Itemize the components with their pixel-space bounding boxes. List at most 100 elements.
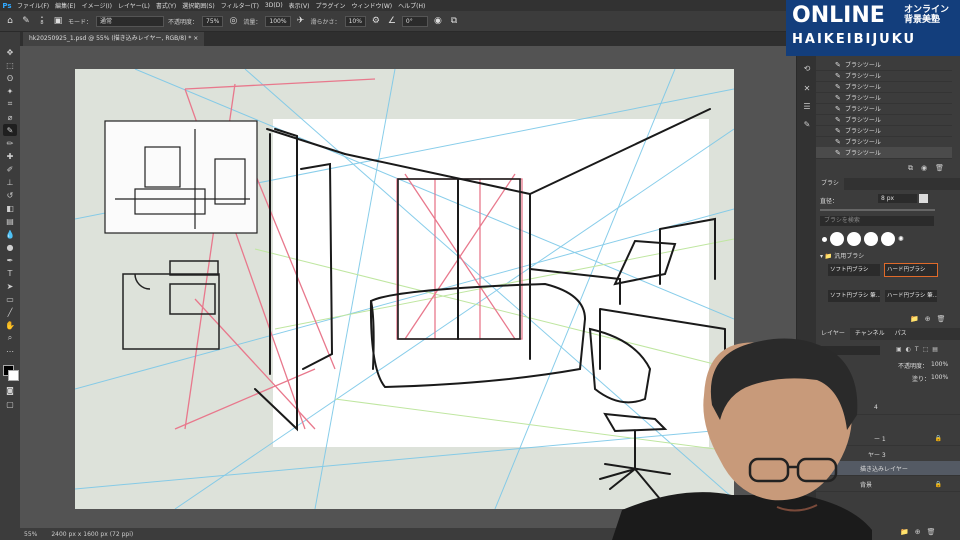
history-panel-icon[interactable]: ⟲ [801,62,813,74]
menu-image[interactable]: イメージ(I) [79,1,115,10]
brush-tip[interactable] [881,232,895,246]
menu-type[interactable]: 書式(Y) [153,1,179,10]
background-color-swatch[interactable] [8,370,19,381]
type-filter-icon[interactable]: T [915,346,919,353]
menu-filter[interactable]: フィルター(T) [218,1,262,10]
blur-tool-icon[interactable]: 💧 [3,228,17,240]
brush-size-slider[interactable] [820,209,935,211]
photoshop-logo-icon[interactable]: Ps [0,0,14,11]
tab-paths[interactable]: パス [890,328,912,340]
document-tab[interactable]: hk20250925_1.psd @ 55% (描き込みレイヤー, RGB/8)… [23,32,205,46]
opacity-field[interactable]: 75% [202,15,224,27]
snapshot-icon[interactable]: ◉ [921,164,927,173]
healing-tool-icon[interactable]: ✚ [3,150,17,162]
pencil-tool-icon[interactable]: ✏ [3,137,17,149]
crop-tool-icon[interactable]: ⌗ [3,98,17,110]
brush-pressure-icon[interactable] [919,194,928,203]
dodge-tool-icon[interactable]: ● [3,241,17,253]
trash-icon[interactable]: 🗑 [935,164,944,173]
mode-select[interactable]: 通常 [96,15,165,27]
shape-filter-icon[interactable]: ⬚ [923,346,929,353]
menu-file[interactable]: ファイル(F) [14,1,52,10]
pressure-opacity-icon[interactable]: ◎ [227,15,239,27]
type-tool-icon[interactable]: T [3,267,17,279]
angle-icon: ∠ [387,16,396,26]
marquee-tool-icon[interactable]: ⬚ [3,59,17,71]
brush-group[interactable]: ▾ 📁 汎用ブラシ [820,251,864,260]
brush-preset[interactable]: ソフト円ブラシ [828,264,880,276]
layer-fill-field[interactable]: 100% [931,374,948,381]
move-tool-icon[interactable]: ✥ [3,46,17,58]
trash-icon[interactable]: 🗑 [927,528,936,536]
brush-tip-small[interactable] [822,236,827,242]
angle-field[interactable]: 0° [401,15,428,27]
eraser-tool-icon[interactable]: ◧ [3,202,17,214]
smart-filter-icon[interactable]: ▤ [932,346,938,353]
history-brush-tool-icon[interactable]: ↺ [3,189,17,201]
eyedropper-tool-icon[interactable]: ⌀ [3,111,17,123]
pen-tool-icon[interactable]: ✒ [3,254,17,266]
brush-tool-icon[interactable]: ✎ [3,124,17,136]
shape-tool-icon[interactable]: ▭ [3,293,17,305]
path-select-tool-icon[interactable]: ➤ [3,280,17,292]
more-tools-icon[interactable]: ⋯ [3,345,17,357]
quick-select-tool-icon[interactable]: ✦ [3,85,17,97]
image-filter-icon[interactable]: ▣ [896,346,902,353]
brush-preset-icon[interactable]: • 8 [36,15,48,27]
brush-tip[interactable] [830,232,844,246]
brush-search-input[interactable]: ブラシを検索 [820,216,934,226]
hand-tool-icon[interactable]: ✋ [3,319,17,331]
home-icon[interactable]: ⌂ [4,15,16,27]
group-icon[interactable]: 📁 [900,528,909,536]
gradient-tool-icon[interactable]: ▤ [3,215,17,227]
brush-preset-selected[interactable]: ハード円ブラシ [884,263,938,277]
menu-select[interactable]: 選択範囲(S) [179,1,218,10]
brush-tip-scatter[interactable]: ✺ [898,235,906,243]
brush-size-field[interactable]: 8 px [878,194,917,203]
brush-preset[interactable]: ソフト円ブラシ 筆... [828,290,880,302]
menu-view[interactable]: 表示(V) [286,1,313,10]
new-document-icon[interactable]: ⧉ [908,164,913,173]
brand-jp-line2: 背景美塾 [904,15,941,25]
history-item-current[interactable]: ✎ ブラシツール [816,147,952,159]
menu-window[interactable]: ウィンドウ(W) [348,1,395,10]
brush-tip[interactable] [847,232,861,246]
trash-icon[interactable]: 🗑 [937,315,946,323]
flow-field[interactable]: 100% [265,15,291,27]
menu-layer[interactable]: レイヤー(L) [115,1,153,10]
document-tab-bar: hk20250925_1.psd @ 55% (描き込みレイヤー, RGB/8)… [20,32,814,46]
smoothing-field[interactable]: 10% [344,15,366,27]
adjustment-filter-icon[interactable]: ◐ [906,346,911,353]
quick-mask-icon[interactable]: ◙ [3,384,17,396]
menu-edit[interactable]: 編集(E) [52,1,78,10]
zoom-level[interactable]: 55% [24,531,37,538]
brush-settings-icon[interactable]: ▣ [52,15,64,27]
menu-plugins[interactable]: プラグイン [312,1,348,10]
adjustments-panel-icon[interactable]: ☰ [801,100,813,112]
properties-panel-icon[interactable]: ✕ [801,82,813,94]
menu-help[interactable]: ヘルプ(H) [395,1,428,10]
airbrush-icon[interactable]: ✈ [295,15,307,27]
menu-3d[interactable]: 3D(D) [262,2,286,9]
mixer-brush-tool-icon[interactable]: ✐ [3,163,17,175]
symmetry-icon[interactable]: ⧉ [448,15,460,27]
brush-icon: ✎ [835,82,841,91]
document-tab-title: hk20250925_1.psd @ 55% (描き込みレイヤー, RGB/8)… [29,35,192,42]
brush-tip[interactable] [864,232,878,246]
zoom-tool-icon[interactable]: ⌕ [3,332,17,344]
brush-preset[interactable]: ハード円ブラシ 筆... [885,290,937,302]
lasso-tool-icon[interactable]: ʘ [3,72,17,84]
tab-brush[interactable]: ブラシ [816,178,844,190]
brush-settings-panel-icon[interactable]: ✎ [801,118,813,130]
clone-stamp-tool-icon[interactable]: ⊥ [3,176,17,188]
screen-mode-icon[interactable]: ▢ [3,398,17,410]
new-brush-icon[interactable]: ⊕ [925,315,931,323]
folder-icon[interactable]: 📁 [910,315,919,323]
close-icon[interactable]: × [193,35,198,42]
layer-opacity-field[interactable]: 100% [931,361,948,368]
line-tool-icon[interactable]: ╱ [3,306,17,318]
brush-tool-icon[interactable]: ✎ [20,15,32,27]
new-layer-icon[interactable]: ⊕ [915,528,921,536]
pressure-size-icon[interactable]: ◉ [432,15,444,27]
smoothing-settings-icon[interactable]: ⚙ [370,15,382,27]
